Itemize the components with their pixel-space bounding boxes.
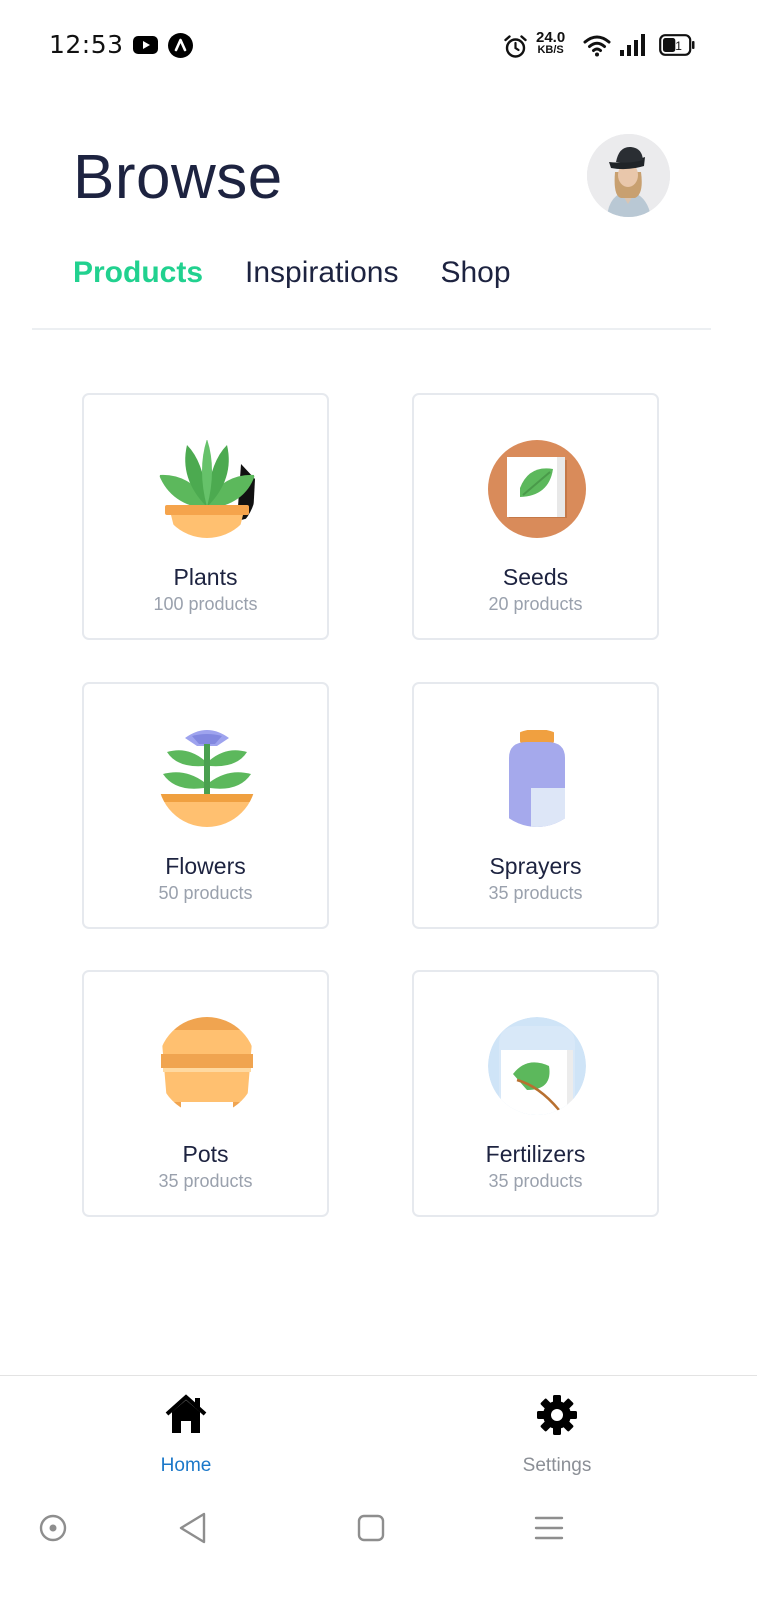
nav-settings-label: Settings [522, 1455, 592, 1476]
category-name: Flowers [165, 853, 246, 879]
net-speed-value: 24.0 [536, 29, 566, 46]
category-count: 35 products [158, 1171, 253, 1191]
category-name: Seeds [502, 564, 569, 590]
alarm-icon [503, 34, 528, 59]
category-name: Plants [173, 564, 238, 590]
category-card-fertilizers[interactable]: Fertilizers 35 products [412, 970, 659, 1217]
youtube-icon [133, 36, 158, 54]
gear-icon [536, 1394, 578, 1436]
category-count: 35 products [488, 883, 583, 903]
menu-icon[interactable] [529, 1508, 569, 1548]
category-count: 50 products [158, 883, 253, 903]
nav-home[interactable]: Home [106, 1376, 266, 1494]
category-card-plants[interactable]: Plants 100 products [82, 393, 329, 640]
battery-level: 41 [669, 39, 683, 53]
nav-home-label: Home [160, 1455, 212, 1476]
wifi-icon [583, 34, 611, 58]
signal-icon [619, 33, 648, 57]
fertilizer-icon [487, 1016, 587, 1116]
pot-icon [157, 1016, 257, 1116]
tabs-divider [32, 328, 711, 330]
category-card-flowers[interactable]: Flowers 50 products [82, 682, 329, 929]
net-speed-unit: KB/S [537, 44, 564, 56]
tab-shop[interactable]: Shop [440, 256, 510, 300]
net-speed: 24.0 KB/S [536, 30, 565, 56]
flower-pot-icon [157, 728, 257, 828]
home-icon [165, 1394, 207, 1436]
user-avatar[interactable] [587, 134, 670, 217]
category-card-sprayers[interactable]: Sprayers 35 products [412, 682, 659, 929]
system-navigation-bar [0, 1493, 757, 1600]
category-name: Fertilizers [485, 1141, 586, 1167]
status-time: 12:53 [49, 30, 124, 59]
tab-inspirations[interactable]: Inspirations [245, 256, 398, 300]
nav-settings[interactable]: Settings [477, 1376, 637, 1494]
category-count: 100 products [153, 594, 258, 614]
plant-icon [157, 439, 257, 539]
seed-packet-icon [487, 439, 587, 539]
category-tabs: Products Inspirations Shop [73, 256, 553, 300]
category-count: 35 products [488, 1171, 583, 1191]
status-bar: 12:53 24.0 KB/S 41 [0, 0, 757, 92]
category-name: Pots [182, 1141, 229, 1167]
sprayer-icon [487, 728, 587, 828]
assistant-icon[interactable] [33, 1508, 73, 1548]
category-card-pots[interactable]: Pots 35 products [82, 970, 329, 1217]
battery-icon: 41 [659, 34, 695, 56]
category-name: Sprayers [489, 853, 582, 879]
tab-products[interactable]: Products [73, 256, 203, 300]
app-notification-icon [168, 33, 193, 58]
category-count: 20 products [488, 594, 583, 614]
page-title: Browse [73, 143, 283, 212]
category-card-seeds[interactable]: Seeds 20 products [412, 393, 659, 640]
bottom-navigation: Home Settings [0, 1375, 757, 1493]
home-square-icon[interactable] [351, 1508, 391, 1548]
back-icon[interactable] [172, 1508, 212, 1548]
